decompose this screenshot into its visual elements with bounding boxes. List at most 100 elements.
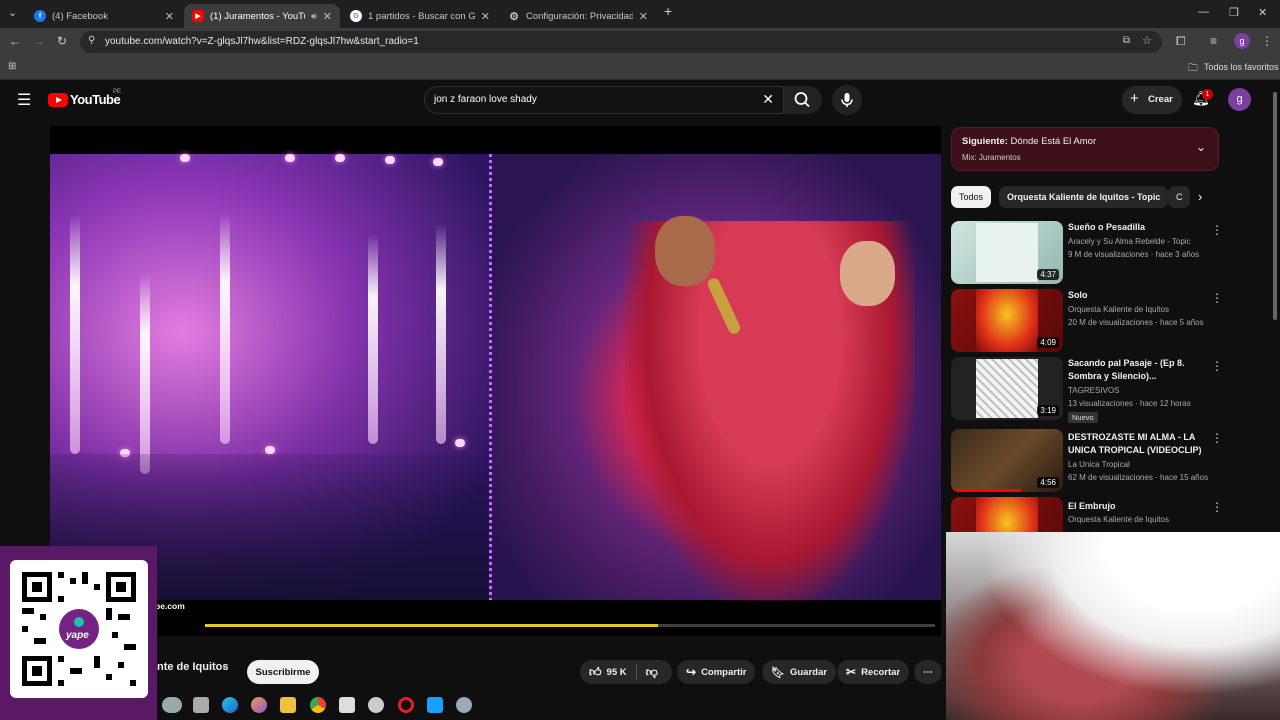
subscribe-button[interactable]: Suscribirme [247, 660, 319, 684]
steam-icon[interactable] [427, 697, 443, 713]
task-view-icon[interactable] [193, 697, 209, 713]
video-thumbnail[interactable] [951, 497, 1063, 532]
next-up-card[interactable]: Siguiente: Dónde Está El Amor Mix: Juram… [951, 127, 1219, 171]
store-icon[interactable] [339, 697, 355, 713]
clip-button[interactable]: ✂ Recortar [837, 660, 910, 684]
more-options-icon[interactable]: ⋮ [1211, 359, 1223, 373]
hamburger-menu-icon[interactable]: ☰ [17, 90, 31, 110]
video-title[interactable]: DESTROZASTE MI ALMA - LA UNICA TROPICAL … [1068, 431, 1203, 457]
list-item[interactable]: 4:09 Solo Orquesta Kaliente de Iquitos 2… [951, 289, 1223, 355]
video-channel[interactable]: Aracely y Su Alma Rebelde - Topic [1068, 237, 1191, 246]
dislike-icon[interactable]: 👎︎ [646, 665, 658, 680]
video-thumbnail[interactable]: 4:56 [951, 429, 1063, 492]
account-avatar[interactable]: g [1228, 88, 1251, 111]
address-bar[interactable]: ⚲ youtube.com/watch?v=Z-glqsJl7hw&list=R… [80, 31, 1162, 53]
cast-icon[interactable]: ⧉ [1123, 35, 1130, 46]
notification-badge: 1 [1202, 89, 1213, 100]
media-icon[interactable]: ≡ [1210, 34, 1217, 48]
file-explorer-icon[interactable] [280, 697, 296, 713]
list-item[interactable]: 4:56 DESTROZASTE MI ALMA - LA UNICA TROP… [951, 429, 1223, 495]
bookmark-star-icon[interactable]: ☆ [1142, 34, 1152, 47]
settings-icon[interactable] [456, 697, 472, 713]
list-item[interactable]: El Embrujo Orquesta Kaliente de Iquitos … [951, 497, 1221, 532]
thumbnail-art [976, 497, 1038, 532]
more-options-icon[interactable]: ⋮ [1211, 500, 1221, 514]
tab-search-icon[interactable]: ⌄ [8, 6, 17, 19]
back-icon[interactable]: ← [9, 34, 21, 48]
stage-light [265, 446, 275, 454]
search-icon [794, 92, 810, 108]
like-icon[interactable]: 👍︎ [589, 665, 602, 680]
video-thumbnail[interactable]: 4:37 [951, 221, 1063, 284]
video-thumbnail[interactable]: 3:19 [951, 357, 1063, 420]
tab-facebook[interactable]: f (4) Facebook ✕ [26, 4, 182, 28]
url-text: youtube.com/watch?v=Z-glqsJl7hw&list=RDZ… [105, 36, 419, 47]
video-duration: 4:09 [1037, 337, 1059, 348]
opera-icon[interactable] [398, 697, 414, 713]
list-item[interactable]: 3:19 Sacando pal Pasaje - (Ep 8. Sombra … [951, 357, 1223, 423]
search-input[interactable]: jon z faraon love shady [434, 94, 537, 105]
watched-progress [951, 489, 1021, 492]
close-icon[interactable]: ✕ [165, 10, 174, 23]
tab-google[interactable]: G 1 partidos - Buscar con Google ✕ [342, 4, 498, 28]
chip-channel[interactable]: Orquesta Kaliente de Iquitos - Topic [999, 186, 1169, 208]
chip-all[interactable]: Todos [951, 186, 992, 208]
channel-name[interactable]: nte de Iquitos [157, 661, 229, 673]
video-thumbnail[interactable]: 4:09 [951, 289, 1063, 352]
video-title[interactable]: Solo [1068, 289, 1203, 302]
tab-youtube[interactable]: ▶ (1) Juramentos - YouTube 🔊︎ ✕ [184, 4, 340, 28]
gear-icon: ⚙ [509, 10, 519, 23]
all-bookmarks-link[interactable]: Todos los favoritos [1204, 62, 1279, 72]
youtube-logo-icon[interactable] [48, 93, 68, 107]
copilot-icon[interactable] [251, 697, 267, 713]
scrollbar-thumb[interactable] [1273, 92, 1277, 320]
clear-search-icon[interactable]: ✕ [762, 91, 774, 108]
minimize-icon[interactable]: — [1198, 6, 1209, 18]
list-item[interactable]: 4:37 Sueño o Pesadilla Aracely y Su Alma… [951, 221, 1223, 287]
chevron-right-icon[interactable]: › [1198, 189, 1202, 204]
video-channel[interactable]: Orquesta Kaliente de Iquitos [1068, 515, 1169, 524]
site-info-icon[interactable]: ⚲ [88, 35, 95, 46]
video-title[interactable]: Sueño o Pesadilla [1068, 221, 1203, 234]
new-tab-icon[interactable]: + [664, 3, 672, 19]
video-title[interactable]: Sacando pal Pasaje - (Ep 8. Sombra y Sil… [1068, 357, 1203, 383]
forward-icon[interactable]: → [33, 34, 45, 48]
profile-avatar[interactable]: g [1234, 33, 1250, 49]
edge-icon[interactable] [222, 697, 238, 713]
more-options-icon[interactable]: ⋮ [1211, 223, 1223, 237]
reload-icon[interactable]: ↻ [57, 34, 67, 48]
search-icon[interactable] [162, 697, 182, 713]
menu-icon[interactable]: ⋮ [1261, 34, 1273, 48]
video-meta: 13 visualizaciones · hace 12 horas [1068, 399, 1191, 408]
save-button[interactable]: 🔖︎ Guardar [762, 660, 836, 684]
chevron-down-icon[interactable]: ⌄ [1196, 140, 1206, 154]
close-icon[interactable]: ✕ [481, 10, 490, 23]
search-button[interactable] [784, 86, 822, 114]
video-channel[interactable]: TAGRESIVOS [1068, 386, 1119, 395]
chip-label: Todos [959, 192, 984, 202]
window-close-icon[interactable]: ✕ [1258, 6, 1267, 19]
more-options-icon[interactable]: ⋮ [1211, 291, 1223, 305]
more-options-icon[interactable]: ⋮ [1211, 431, 1223, 445]
chrome-icon[interactable] [310, 697, 326, 713]
close-icon[interactable]: ✕ [639, 10, 648, 23]
tab-settings[interactable]: ⚙ Configuración: Privacidad y seg ✕ [500, 4, 656, 28]
video-channel[interactable]: La Unica Tropical [1068, 460, 1130, 469]
share-button[interactable]: ↪ Compartir [677, 660, 756, 684]
tab-title: 1 partidos - Buscar con Google [368, 10, 475, 22]
create-button[interactable]: + Crear [1122, 86, 1182, 114]
extensions-icon[interactable]: ⧠ [1176, 34, 1186, 49]
more-actions-button[interactable]: ⋯ [914, 660, 942, 684]
video-channel[interactable]: Orquesta Kaliente de Iquitos [1068, 305, 1169, 314]
video-title[interactable]: El Embrujo [1068, 500, 1203, 513]
like-count[interactable]: 95 K [607, 667, 627, 678]
chip-more[interactable]: C [1168, 186, 1190, 208]
obs-icon[interactable] [368, 697, 384, 713]
close-icon[interactable]: ✕ [323, 10, 332, 23]
voice-search-button[interactable] [832, 85, 862, 115]
video-progress-bar[interactable] [205, 624, 935, 627]
video-player[interactable]: be.com [50, 126, 941, 636]
restore-icon[interactable]: ❐ [1229, 6, 1239, 19]
apps-icon[interactable]: ⊞ [8, 61, 16, 72]
speaker-icon[interactable]: 🔊︎ [311, 11, 317, 22]
